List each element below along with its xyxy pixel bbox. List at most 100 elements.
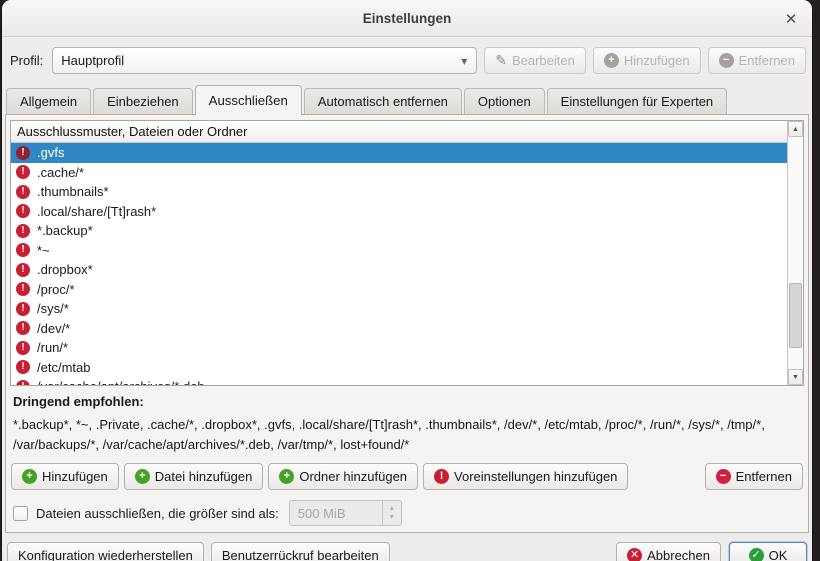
plus-icon: + <box>22 469 37 484</box>
tab-experten[interactable]: Einstellungen für Experten <box>547 88 727 114</box>
add-defaults-button[interactable]: ! Voreinstellungen hinzufügen <box>423 463 628 490</box>
add-folder-button-label: Ordner hinzufügen <box>299 469 407 484</box>
ok-check-icon: ✓ <box>749 548 764 561</box>
list-item[interactable]: ! *~ <box>11 241 787 261</box>
list-item[interactable]: ! /run/* <box>11 338 787 358</box>
exclude-warning-icon: ! <box>16 224 30 238</box>
list-item[interactable]: ! /sys/* <box>11 299 787 319</box>
profile-combobox-value: Hauptprofil <box>61 53 124 68</box>
exclude-warning-icon: ! <box>16 146 30 160</box>
size-filter-row: Dateien ausschließen, die größer sind al… <box>10 500 804 526</box>
list-item-label: .thumbnails* <box>37 184 109 199</box>
exclude-warning-icon: ! <box>16 302 30 316</box>
add-button[interactable]: + Hinzufügen <box>11 463 119 490</box>
exclude-list-header[interactable]: Ausschlussmuster, Dateien oder Ordner <box>11 121 787 143</box>
scroll-up-icon[interactable]: ▲ <box>788 121 803 137</box>
exclude-warning-icon: ! <box>16 360 30 374</box>
recommendation-text: *.backup*, *~, .Private, .cache/*, .drop… <box>13 415 801 454</box>
list-item-label: *.backup* <box>37 223 93 238</box>
edit-user-callback-label: Benutzerrückruf bearbeiten <box>222 548 379 561</box>
ok-button[interactable]: ✓ OK <box>729 542 807 561</box>
remove-button[interactable]: − Entfernen <box>705 463 803 490</box>
profile-label: Profil: <box>10 53 43 68</box>
list-item[interactable]: ! *.backup* <box>11 221 787 241</box>
close-icon[interactable]: ✕ <box>780 8 802 30</box>
list-item-label: .dropbox* <box>37 262 93 277</box>
list-item[interactable]: ! /dev/* <box>11 319 787 339</box>
exclude-warning-icon: ! <box>16 341 30 355</box>
list-item[interactable]: ! .thumbnails* <box>11 182 787 202</box>
exclude-warning-icon: ! <box>16 282 30 296</box>
restore-config-label: Konfiguration wiederherstellen <box>18 548 193 561</box>
size-filter-value: 500 MiB <box>298 506 346 521</box>
list-item[interactable]: ! .cache/* <box>11 163 787 183</box>
list-item-label: /dev/* <box>37 321 70 336</box>
tab-automatisch-entfernen[interactable]: Automatisch entfernen <box>304 88 462 114</box>
edit-user-callback-button[interactable]: Benutzerrückruf bearbeiten <box>211 542 390 561</box>
recommendation-title: Dringend empfohlen: <box>13 394 801 409</box>
add-file-button-label: Datei hinzufügen <box>155 469 253 484</box>
plus-icon: + <box>604 53 619 68</box>
exclude-warning-icon: ! <box>16 380 30 385</box>
titlebar: Einstellungen ✕ <box>2 0 812 37</box>
spinner-arrows[interactable]: ▴ ▾ <box>382 501 401 525</box>
exclude-warning-icon: ! <box>16 185 30 199</box>
add-defaults-button-label: Voreinstellungen hinzufügen <box>454 469 617 484</box>
tab-ausschliessen[interactable]: Ausschließen <box>195 85 302 115</box>
recommendation-section: Dringend empfohlen: *.backup*, *~, .Priv… <box>10 386 804 454</box>
dialog-footer: Konfiguration wiederherstellen Benutzerr… <box>2 533 812 561</box>
list-item[interactable]: ! /etc/mtab <box>11 358 787 378</box>
profile-remove-button[interactable]: − Entfernen <box>708 47 806 74</box>
tab-bar: Allgemein Einbeziehen Ausschließen Autom… <box>2 85 812 114</box>
exclude-list-main: Ausschlussmuster, Dateien oder Ordner ! … <box>11 121 787 385</box>
scrollbar-thumb[interactable] <box>789 283 802 348</box>
size-filter-checkbox[interactable] <box>13 506 28 521</box>
exclamation-icon: ! <box>434 469 449 484</box>
exclude-warning-icon: ! <box>16 263 30 277</box>
minus-icon: − <box>716 469 731 484</box>
cancel-button-label: Abbrechen <box>647 548 710 561</box>
list-item-label: .local/share/[Tt]rash* <box>37 204 156 219</box>
list-item-label: .cache/* <box>37 165 84 180</box>
scroll-down-icon[interactable]: ▼ <box>788 369 803 385</box>
cancel-button[interactable]: ✕ Abbrechen <box>616 542 721 561</box>
list-item-label: .gvfs <box>37 145 64 160</box>
remove-button-label: Entfernen <box>736 469 792 484</box>
window-title: Einstellungen <box>363 11 452 26</box>
scrollbar-track[interactable] <box>788 137 803 369</box>
list-item[interactable]: ! /proc/* <box>11 280 787 300</box>
list-item-label: /etc/mtab <box>37 360 90 375</box>
list-item[interactable]: ! .gvfs <box>11 143 787 163</box>
settings-dialog: Einstellungen ✕ Profil: Hauptprofil ▾ ✎ … <box>2 0 812 561</box>
profile-add-label: Hinzufügen <box>624 53 690 68</box>
profile-edit-button[interactable]: ✎ Bearbeiten <box>484 47 586 74</box>
profile-edit-label: Bearbeiten <box>512 53 575 68</box>
add-button-label: Hinzufügen <box>42 469 108 484</box>
ok-button-label: OK <box>769 548 788 561</box>
pencil-icon: ✎ <box>495 52 507 69</box>
exclude-warning-icon: ! <box>16 204 30 218</box>
profile-combobox[interactable]: Hauptprofil ▾ <box>52 47 477 74</box>
spin-down-icon: ▾ <box>390 513 394 522</box>
action-button-row: + Hinzufügen + Datei hinzufügen + Ordner… <box>10 463 804 490</box>
add-folder-button[interactable]: + Ordner hinzufügen <box>268 463 418 490</box>
tab-einbeziehen[interactable]: Einbeziehen <box>93 88 193 114</box>
minus-icon: − <box>719 53 734 68</box>
list-item[interactable]: ! /var/cache/apt/archives/*.deb <box>11 377 787 385</box>
list-item[interactable]: ! .local/share/[Tt]rash* <box>11 202 787 222</box>
size-filter-label: Dateien ausschließen, die größer sind al… <box>36 506 279 521</box>
list-item-label: /run/* <box>37 340 68 355</box>
tab-optionen[interactable]: Optionen <box>464 88 545 114</box>
add-file-button[interactable]: + Datei hinzufügen <box>124 463 264 490</box>
list-item[interactable]: ! .dropbox* <box>11 260 787 280</box>
tab-allgemein[interactable]: Allgemein <box>6 88 91 114</box>
restore-config-button[interactable]: Konfiguration wiederherstellen <box>7 542 204 561</box>
exclude-list: Ausschlussmuster, Dateien oder Ordner ! … <box>10 120 804 386</box>
profile-add-button[interactable]: + Hinzufügen <box>593 47 701 74</box>
vertical-scrollbar[interactable]: ▲ ▼ <box>787 121 803 385</box>
exclude-list-rows: ! .gvfs ! .cache/* ! .thumbnails* ! .loc… <box>11 143 787 385</box>
list-item-label: *~ <box>37 243 50 258</box>
list-item-label: /sys/* <box>37 301 69 316</box>
exclude-warning-icon: ! <box>16 243 30 257</box>
size-filter-spinbox[interactable]: 500 MiB ▴ ▾ <box>289 500 402 526</box>
